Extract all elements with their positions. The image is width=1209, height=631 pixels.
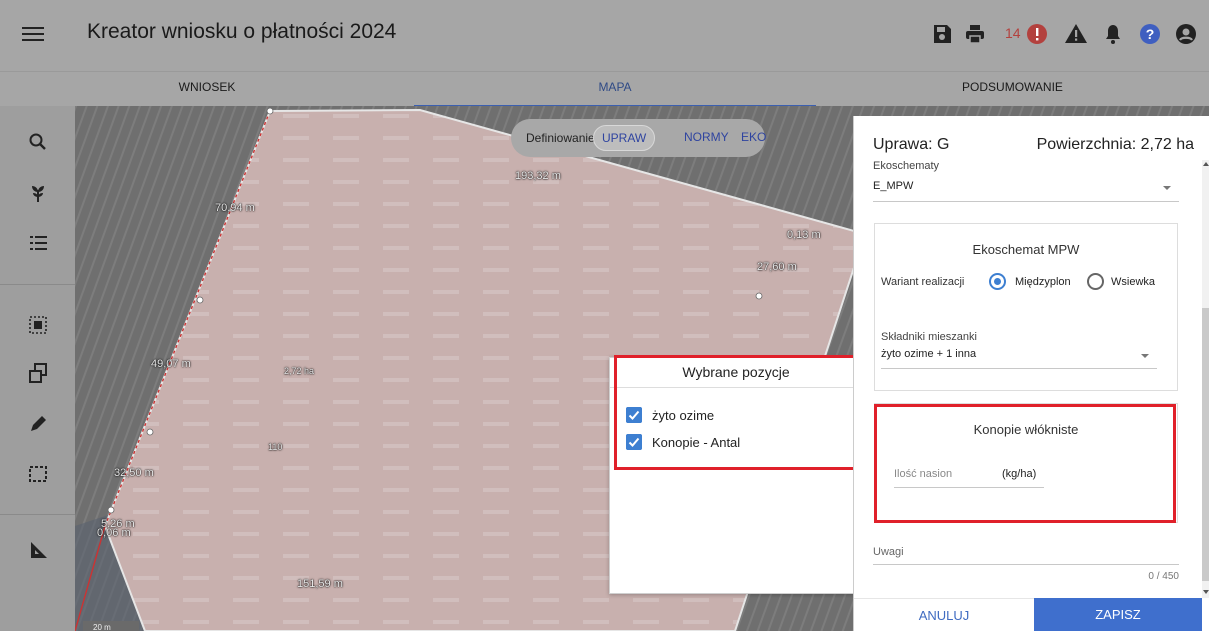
notes-label: Uwagi [873, 546, 904, 558]
chevron-down-icon [1141, 354, 1149, 358]
radio-miedzyplon[interactable] [989, 273, 1006, 290]
account-icon[interactable] [1174, 22, 1198, 46]
highlight-frame [874, 404, 1176, 523]
ekoschemat-card: Ekoschemat MPW Wariant realizacji Między… [874, 223, 1178, 391]
scale-bar [83, 621, 139, 631]
field-underline [873, 201, 1179, 202]
mode-normy-button[interactable]: NORMY [676, 125, 737, 151]
area-label: Powierzchnia: 2,72 ha [1036, 136, 1194, 153]
plant-icon[interactable] [26, 181, 50, 205]
field-underline [881, 368, 1157, 369]
radio-wsiewka-label: Wsiewka [1111, 276, 1156, 288]
highlight-frame [614, 355, 864, 470]
area-label: 2,72 ha [284, 366, 315, 376]
ekoschematy-select[interactable]: E_MPW [873, 176, 1179, 202]
app-bar: Kreator wniosku o płatności 2024 14 ? [0, 0, 1209, 71]
chevron-down-icon [1163, 186, 1171, 190]
crop-label: Uprawa: G [873, 136, 950, 153]
bell-icon[interactable] [1101, 22, 1125, 46]
panel-header: Uprawa: G Powierzchnia: 2,72 ha [854, 116, 1194, 160]
copy-shape-icon[interactable] [26, 361, 50, 385]
tab-bar: WNIOSEK MAPA PODSUMOWANIE [0, 71, 1209, 107]
scroll-down-icon[interactable] [1203, 590, 1209, 594]
ekoschemat-title: Ekoschemat MPW [972, 242, 1080, 257]
save-icon[interactable] [930, 22, 954, 46]
alert-icon[interactable] [1025, 22, 1049, 46]
print-icon[interactable] [963, 22, 987, 46]
svg-text:?: ? [1146, 26, 1155, 42]
mode-selector: Definiowanie UPRAW NORMY EKO [511, 119, 766, 157]
application: Kreator wniosku o płatności 2024 14 ? WN… [0, 0, 1209, 631]
list-icon[interactable] [26, 231, 50, 255]
dimension-label: 49,07 m [151, 358, 191, 370]
dimension-label: 27,60 m [757, 261, 797, 273]
radio-wsiewka[interactable] [1087, 273, 1104, 290]
dimension-label: 32,50 m [114, 467, 154, 479]
save-button[interactable]: ZAPISZ [1034, 598, 1202, 631]
mode-upraw-button[interactable]: UPRAW [593, 125, 656, 151]
panel-scrollbar[interactable] [1202, 160, 1209, 598]
dimension-label: 151,59 m [297, 578, 343, 590]
radio-miedzyplon-label: Międzyplon [1015, 276, 1071, 288]
select-area-icon[interactable] [26, 313, 50, 337]
alert-count: 14 [1005, 25, 1021, 41]
cancel-button[interactable]: ANULUJ [854, 598, 1034, 631]
mix-value: żyto ozime + 1 inna [881, 348, 977, 360]
ekoschematy-value: E_MPW [873, 180, 914, 192]
field-underline [873, 564, 1179, 565]
edit-icon[interactable] [26, 412, 50, 436]
ekoschematy-label: Ekoschematy [873, 160, 940, 172]
toolbar-divider [0, 284, 75, 285]
scroll-up-icon[interactable] [1203, 162, 1209, 166]
dimension-label: 0,13 m [787, 229, 821, 241]
help-icon[interactable]: ? [1138, 22, 1162, 46]
tab-podsumowanie[interactable]: PODSUMOWANIE [816, 72, 1209, 107]
notes-field[interactable]: Uwagi 0 / 450 [873, 542, 1179, 592]
tab-mapa[interactable]: MAPA [414, 72, 816, 107]
dashed-select-icon[interactable] [26, 462, 50, 486]
point-label: 110 [268, 442, 283, 452]
mode-eko-button[interactable]: EKO [733, 125, 774, 151]
tab-wniosek[interactable]: WNIOSEK [0, 72, 414, 107]
measure-icon[interactable] [26, 538, 50, 562]
scroll-thumb[interactable] [1202, 308, 1209, 581]
toolbar-divider [0, 514, 75, 515]
scale-label: 20 m [93, 623, 111, 631]
mix-label: Składniki mieszanki [881, 331, 977, 343]
notes-counter: 0 / 450 [1148, 571, 1179, 582]
mode-label: Definiowanie [526, 131, 595, 145]
mix-select[interactable]: żyto ozime + 1 inna [881, 346, 1157, 370]
dimension-label: 70,94 m [215, 202, 255, 214]
warning-icon[interactable] [1064, 22, 1088, 46]
map-toolbar [0, 106, 75, 631]
app-title: Kreator wniosku o płatności 2024 [87, 20, 397, 43]
search-icon[interactable] [26, 130, 50, 154]
dimension-label: 0,06 m [97, 527, 131, 539]
dimension-label: 193,32 m [515, 170, 561, 182]
menu-icon[interactable] [22, 24, 44, 46]
crop-panel: Uprawa: G Powierzchnia: 2,72 ha Ekoschem… [853, 116, 1209, 631]
variant-label: Wariant realizacji [881, 276, 965, 288]
